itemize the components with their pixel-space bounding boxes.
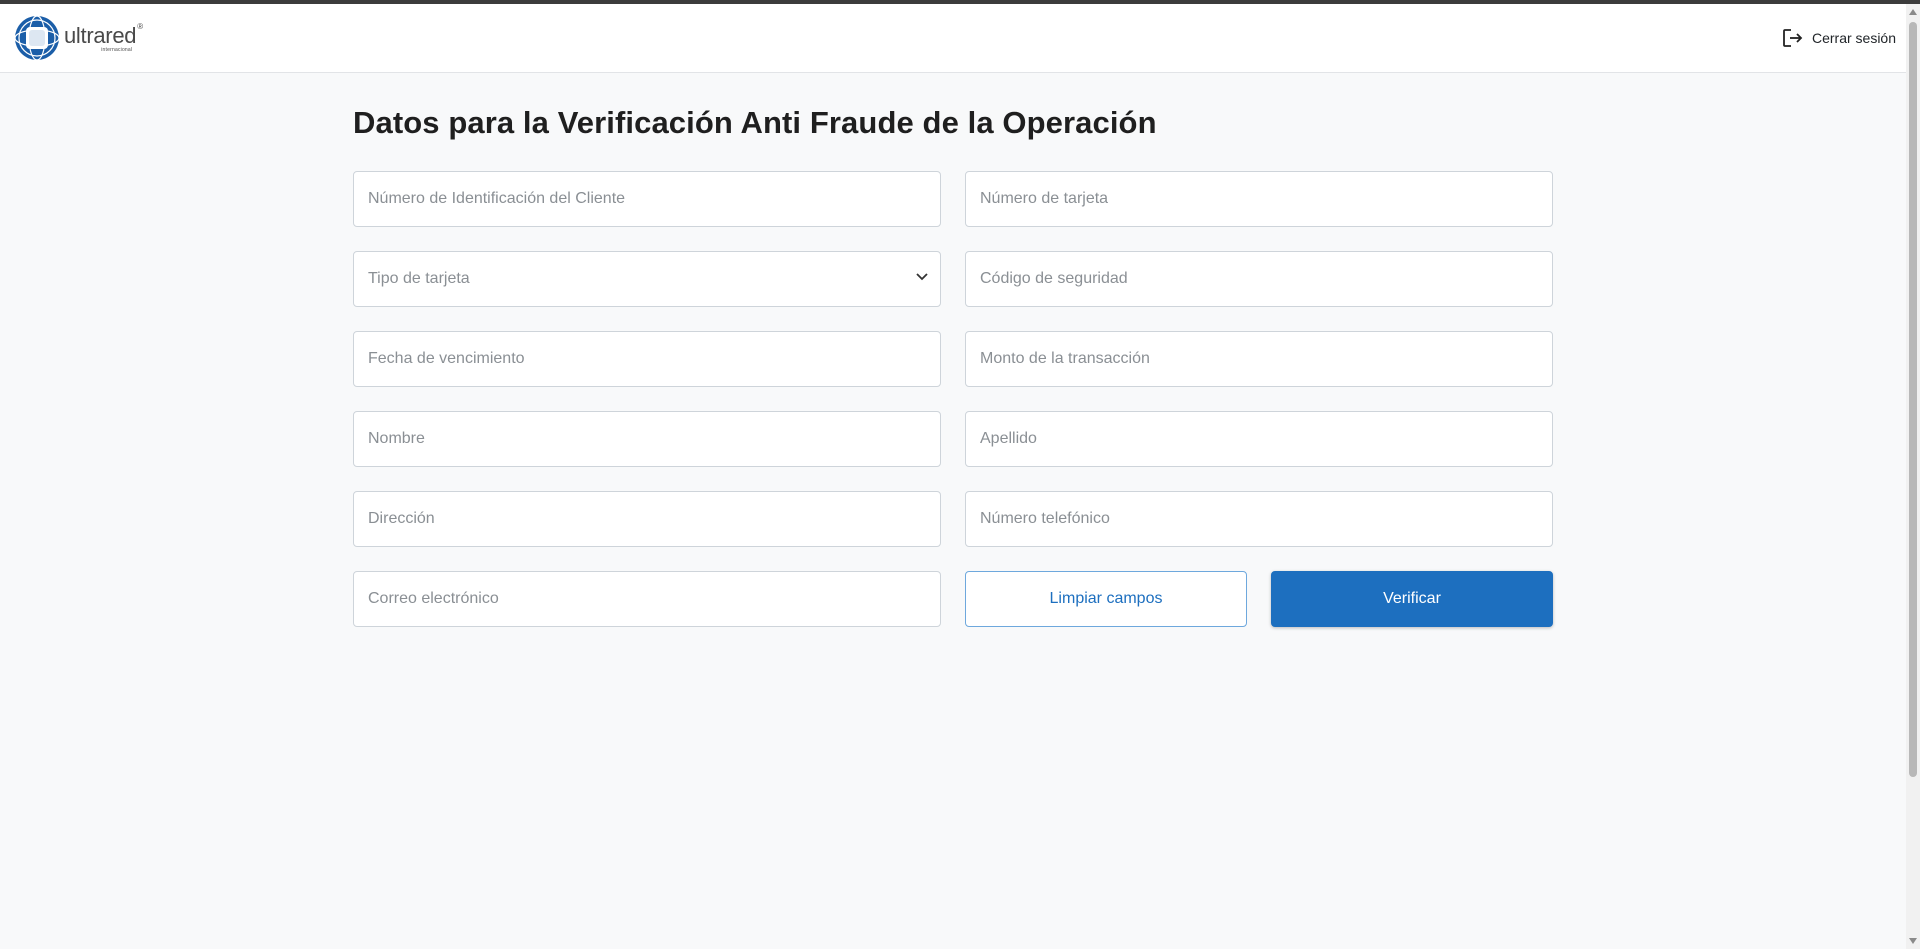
clear-fields-button[interactable]: Limpiar campos	[965, 571, 1247, 627]
phone-field[interactable]	[965, 491, 1553, 547]
logout-icon	[1783, 29, 1803, 47]
fraud-verification-form: Tipo de tarjeta Limpiar campos Verificar	[353, 171, 1553, 627]
card-type-select[interactable]: Tipo de tarjeta	[353, 251, 941, 307]
logout-label: Cerrar sesión	[1811, 30, 1896, 46]
logout-button[interactable]: Cerrar sesión	[1782, 28, 1896, 48]
scroll-up-arrow[interactable]	[1909, 9, 1917, 15]
verify-button[interactable]: Verificar	[1271, 571, 1553, 627]
main-content: Datos para la Verificación Anti Fraude d…	[353, 73, 1553, 627]
brand-registered-mark: ®	[137, 22, 144, 31]
transaction-amount-field[interactable]	[965, 331, 1553, 387]
card-type-select-value[interactable]: Tipo de tarjeta	[353, 251, 941, 307]
security-code-field[interactable]	[965, 251, 1553, 307]
brand-subtitle: internacional	[101, 47, 133, 53]
chevron-down-icon	[916, 273, 928, 281]
scroll-thumb[interactable]	[1909, 22, 1917, 777]
brand-wordmark: ultrared ® internacional	[64, 22, 143, 53]
app-header: ultrared ® internacional Cerrar sesión	[0, 4, 1906, 73]
card-number-field[interactable]	[965, 171, 1553, 227]
client-id-field[interactable]	[353, 171, 941, 227]
brand-name: ultrared	[64, 23, 137, 48]
email-field[interactable]	[353, 571, 941, 627]
expiry-date-field[interactable]	[353, 331, 941, 387]
first-name-field[interactable]	[353, 411, 941, 467]
last-name-field[interactable]	[965, 411, 1553, 467]
form-actions: Limpiar campos Verificar	[965, 571, 1553, 627]
page-title: Datos para la Verificación Anti Fraude d…	[353, 105, 1157, 140]
scroll-down-arrow[interactable]	[1909, 938, 1917, 944]
address-field[interactable]	[353, 491, 941, 547]
globe-logo-icon	[14, 15, 60, 61]
page-scrollbar[interactable]	[1906, 4, 1920, 949]
brand-logo[interactable]: ultrared ® internacional	[14, 15, 143, 63]
